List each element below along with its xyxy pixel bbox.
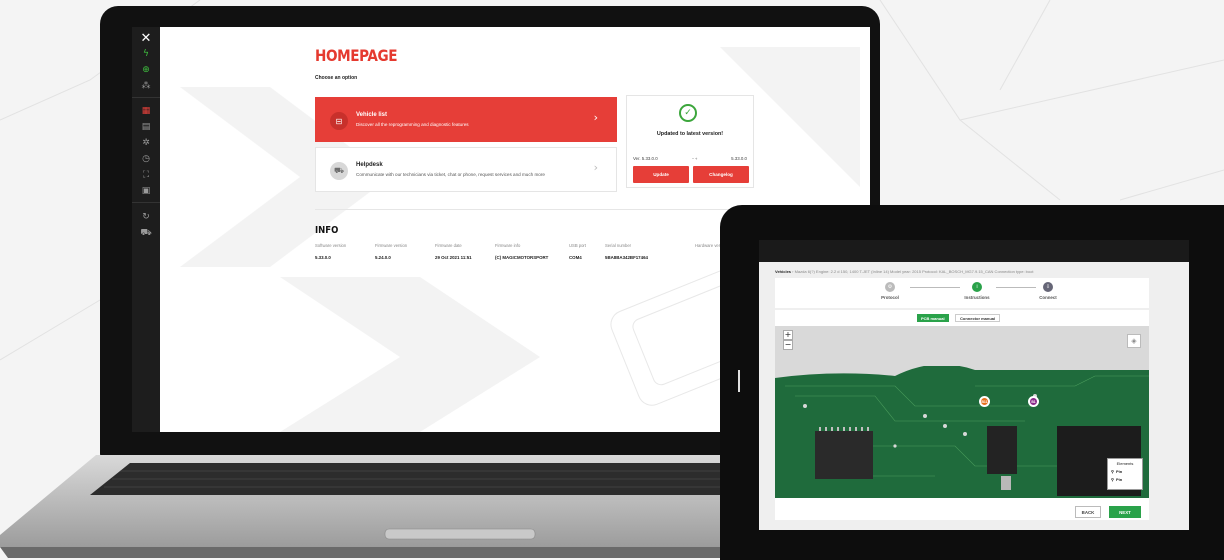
tab-pcb-manual[interactable]: PCB manual: [917, 314, 949, 322]
info-value: 5.33.0.0: [315, 255, 331, 260]
car-icon: ⊟: [330, 112, 348, 130]
step-connect-icon[interactable]: ⇩: [1043, 282, 1053, 292]
pin-icon: ⚲: [1111, 469, 1114, 474]
helpdesk-icon: ⛟: [330, 162, 348, 180]
info-label: USB port: [569, 243, 586, 248]
map-pin-marker[interactable]: B11: [979, 396, 990, 407]
info-hardware-version: Hardware versi: [695, 243, 723, 255]
update-button[interactable]: Update: [633, 166, 689, 183]
sidebar-divider: [132, 97, 160, 98]
info-title: INFO: [315, 225, 339, 236]
sidebar: ✕ ϟ ⊕ ⁂ ▦ ▤ ✲ ◷ ⛶ ▣ ↻ ⛟: [132, 27, 160, 432]
info-usb-port: USB port COM4: [569, 243, 586, 260]
database-icon[interactable]: ▤: [139, 120, 153, 134]
car-icon[interactable]: ⛟: [139, 226, 153, 240]
breadcrumb-root[interactable]: Vehicles: [775, 269, 791, 274]
page-subtitle: Choose an option: [315, 75, 358, 81]
pcb-image: [775, 364, 1149, 498]
back-button[interactable]: BACK: [1075, 506, 1101, 518]
vehicle-list-description: Discover all the reprogramming and diagn…: [356, 122, 469, 127]
sidebar-divider: [132, 202, 160, 203]
stepper: ⚙ Protocol i Instructions ⇩ Connect: [775, 278, 1149, 308]
zoom-out-button[interactable]: −: [783, 340, 793, 350]
info-firmware-info: Firmware info (C) MAGICMOTORSPORT: [495, 243, 548, 260]
map-legend: Elements ⚲ Pin ⚲ Pin: [1107, 458, 1143, 490]
helpdesk-description: Communicate with our technicians via tic…: [356, 172, 545, 177]
version-row: Ver. 5.33.0.0 ⋯› 5.33.0.0: [633, 156, 747, 162]
legend-item-label: Pin: [1115, 469, 1123, 474]
info-serial-number: Serial number 5BA8BA342BF17464: [605, 243, 648, 260]
info-label: Serial number: [605, 243, 632, 248]
legend-item: ⚲ Pin: [1111, 469, 1139, 474]
tablet-header: [759, 240, 1189, 262]
signal-icon[interactable]: ϟ: [139, 47, 153, 61]
legend-title: Elements: [1116, 461, 1134, 466]
tablet-screen: Vehicles › Mazda 6(?) Engine: 2.2 d 150,…: [759, 240, 1189, 530]
folder-icon[interactable]: ▣: [139, 184, 153, 198]
pin-icon: ⚲: [1111, 477, 1114, 482]
step-connector: [996, 287, 1036, 288]
info-label: Software version: [315, 243, 347, 248]
step-instructions-icon[interactable]: i: [972, 282, 982, 292]
pcb-map[interactable]: + − ◈ B11 B1 Elements ⚲ Pin ⚲ Pin: [775, 326, 1149, 498]
instructions-panel: PCB manual Connector manual + − ◈ B11 B1…: [775, 310, 1149, 520]
clock-icon[interactable]: ◷: [139, 152, 153, 166]
update-status-box: ✓ Updated to latest version! Ver. 5.33.0…: [626, 95, 754, 188]
step-connect-label: Connect: [1039, 295, 1057, 300]
layers-icon[interactable]: ◈: [1127, 334, 1141, 348]
dashboard-icon[interactable]: ▦: [139, 104, 153, 118]
latest-version: 5.33.0.0: [731, 156, 747, 161]
tab-connector-manual[interactable]: Connector manual: [955, 314, 1001, 322]
map-pin-marker[interactable]: B1: [1028, 396, 1039, 407]
legend-item: ⚲ Pin: [1111, 477, 1139, 482]
network-icon[interactable]: ⁂: [139, 79, 153, 93]
changelog-button[interactable]: Changelog: [693, 166, 749, 183]
app-logo[interactable]: ✕: [139, 31, 153, 46]
vehicle-list-title: Vehicle list: [356, 112, 388, 118]
chevron-right-icon: ›: [593, 161, 598, 174]
info-label: Hardware versi: [695, 243, 724, 248]
arrow-right-icon: ⋯›: [691, 156, 698, 161]
next-button[interactable]: NEXT: [1109, 506, 1141, 518]
info-label: Firmware info: [495, 243, 521, 248]
tablet-camera: [738, 370, 740, 392]
refresh-icon[interactable]: ↻: [139, 210, 153, 224]
breadcrumb-path: Mazda 6(?) Engine: 2.2 d 150, 1400 T-JET…: [794, 269, 1034, 274]
info-value: COM4: [569, 255, 582, 260]
update-message: Updated to latest version!: [656, 131, 724, 137]
step-protocol-label: Protocol: [881, 295, 899, 300]
legend-item-label: Pin: [1115, 477, 1123, 482]
vehicle-list-card[interactable]: ⊟ Vehicle list Discover all the reprogra…: [315, 97, 617, 142]
helpdesk-card[interactable]: ⛟ Helpdesk Communicate with our technici…: [315, 147, 617, 192]
gear-icon[interactable]: ✲: [139, 136, 153, 150]
step-connector: [910, 287, 960, 288]
info-value: 5BA8BA342BF17464: [605, 255, 648, 260]
zoom-in-button[interactable]: +: [783, 330, 793, 340]
step-protocol-icon[interactable]: ⚙: [885, 282, 895, 292]
step-instructions-label: Instructions: [964, 295, 990, 300]
check-circle-icon: ✓: [679, 104, 697, 122]
chevron-right-icon: ›: [593, 111, 598, 124]
info-value: 29 Oct 2021 11:51: [435, 255, 472, 260]
info-value: 5.24.0.0: [375, 255, 391, 260]
info-label: Firmware date: [435, 243, 462, 248]
globe-icon[interactable]: ⊕: [139, 63, 153, 77]
expand-icon[interactable]: ⛶: [139, 168, 153, 182]
info-label: Firmware version: [375, 243, 408, 248]
current-version: Ver. 5.33.0.0: [633, 156, 658, 161]
breadcrumb: Vehicles › Mazda 6(?) Engine: 2.2 d 150,…: [775, 269, 1033, 274]
info-software-version: Software version 5.33.0.0: [315, 243, 346, 260]
helpdesk-title: Helpdesk: [356, 162, 383, 168]
info-firmware-version: Firmware version 5.24.0.0: [375, 243, 407, 260]
info-value: (C) MAGICMOTORSPORT: [495, 255, 549, 260]
info-firmware-date: Firmware date 29 Oct 2021 11:51: [435, 243, 472, 260]
page-title: HOMEPAGE: [315, 46, 398, 65]
